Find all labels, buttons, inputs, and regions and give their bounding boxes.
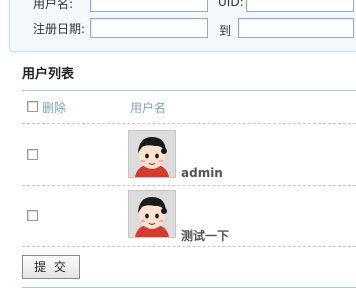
user-avatar-icon[interactable] — [128, 190, 176, 238]
row-divider — [22, 185, 356, 186]
row-divider — [22, 246, 356, 247]
username-text[interactable]: 测试一下 — [181, 227, 229, 244]
regdate-to-label: 到 — [219, 24, 232, 38]
cartoon-boy-avatar-icon — [129, 131, 175, 177]
select-all-checkbox[interactable] — [27, 101, 38, 112]
title-divider — [22, 90, 356, 91]
uid-filter-input[interactable] — [246, 0, 354, 12]
username-filter-input[interactable] — [90, 0, 208, 12]
uid-filter-label: UID: — [218, 0, 244, 9]
row-checkbox[interactable] — [27, 149, 38, 160]
bottom-divider — [22, 287, 356, 288]
username-text[interactable]: admin — [181, 166, 223, 180]
username-filter-label: 用户名: — [33, 0, 74, 11]
regdate-from-input[interactable] — [90, 18, 208, 38]
row-checkbox[interactable] — [27, 210, 38, 221]
user-list-title: 用户列表 — [22, 67, 75, 82]
regdate-filter-label: 注册日期: — [33, 22, 86, 36]
user-avatar-icon[interactable] — [128, 130, 176, 178]
cartoon-boy-avatar-icon — [129, 191, 175, 237]
username-column-header: 用户名 — [130, 101, 167, 115]
regdate-to-input[interactable] — [238, 18, 354, 38]
submit-button[interactable]: 提 交 — [22, 255, 80, 279]
row-divider — [22, 123, 356, 124]
delete-column-header: 删除 — [42, 101, 67, 115]
